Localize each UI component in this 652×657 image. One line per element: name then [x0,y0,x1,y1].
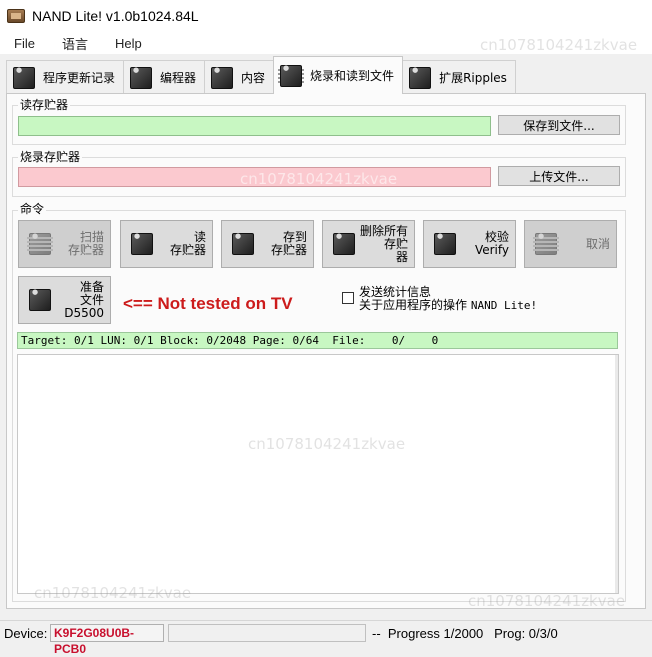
watermark: cn1078104241zkvae [468,592,626,610]
upload-file-button[interactable]: 上传文件... [498,166,620,186]
watermark: cn1078104241zkvae [34,584,192,602]
app-icon [7,9,25,23]
read-memory-button[interactable]: 读存贮器 [120,220,213,268]
write-memory-button[interactable]: 存到存贮器 [221,220,314,268]
tab-label: 编程器 [160,71,197,85]
chip-icon [27,288,53,311]
commands-section-label: 命令 [18,200,47,217]
status-field [168,624,366,642]
send-stats-label[interactable]: 发送统计信息 关于应用程序的操作 NAND Lite! [359,286,537,313]
watermark: cn1078104241zkvae [480,36,638,54]
write-section-label: 烧录存贮器 [18,148,83,165]
chip-icon [331,232,357,255]
erase-all-memory-button[interactable]: 删除所有存贮器 [322,220,415,268]
chip-icon [278,64,305,87]
tab-label: 内容 [241,71,266,85]
window-title: NAND Lite! v1.0b1024.84L [32,8,199,24]
menu-file[interactable]: File [0,36,48,51]
save-to-file-button[interactable]: 保存到文件... [498,115,620,135]
watermark: cn1078104241zkvae [240,170,398,188]
chip-icon [432,232,458,255]
chip-icon [129,232,155,255]
tab-label: 烧录和读到文件 [310,69,395,83]
send-stats-checkbox[interactable] [342,292,354,304]
scan-memory-button[interactable]: 扫描存贮器 [18,220,111,268]
read-section-label: 读存贮器 [18,96,71,113]
button-label: 取消 [585,236,610,251]
chip-icon [533,232,559,255]
device-value: K9F2G08U0B-PCB0 [50,624,164,656]
tab-burn-and-read[interactable]: 烧录和读到文件 [273,56,404,94]
tab-label: 程序更新记录 [43,71,116,85]
tab-label: 扩展Ripples [439,71,507,85]
button-label: 删除所有存贮器 [359,223,408,264]
button-label: 校验Verify [474,230,509,257]
button-label: 扫描 存贮器 [67,230,104,257]
device-label: Device: [4,626,48,641]
not-tested-warning: <== Not tested on TV [123,294,293,313]
chip-icon [209,66,236,89]
cancel-button[interactable]: 取消 [524,220,617,268]
chip-icon [230,232,256,255]
watermark: cn1078104241zkvae [248,435,406,453]
button-label: 读存贮器 [169,230,206,257]
menu-help[interactable]: Help [101,36,155,51]
button-label: 存到 存贮器 [270,230,307,257]
tab-changelog[interactable]: 程序更新记录 [6,60,125,94]
chip-icon [27,232,53,255]
tab-content[interactable]: 内容 [204,60,275,94]
chip-icon [128,66,155,89]
verify-button[interactable]: 校验Verify [423,220,516,268]
menu-language[interactable]: 语言 [48,34,101,53]
chip-icon [11,66,37,89]
prepare-file-button[interactable]: 准备文件D5500 [18,276,111,324]
title-bar: NAND Lite! v1.0b1024.84L [0,0,652,32]
tab-programmer[interactable]: 编程器 [123,60,206,94]
read-buffer-bar [18,116,491,136]
tab-ripples[interactable]: 扩展Ripples [402,60,516,94]
progress-status: -- Progress 1/2000 Prog: 0/3/0 [372,626,558,641]
log-output-area[interactable] [17,354,619,594]
chip-icon [407,66,434,89]
status-bar: Device: K9F2G08U0B-PCB0 -- Progress 1/20… [0,620,652,656]
target-info-bar: Target: 0/1 LUN: 0/1 Block: 0/2048 Page:… [17,332,618,349]
tab-strip: 程序更新记录 编程器 内容 烧录和读到文件 扩展Ripples [6,56,646,94]
button-label: 准备 文件 D5500 [64,279,104,320]
